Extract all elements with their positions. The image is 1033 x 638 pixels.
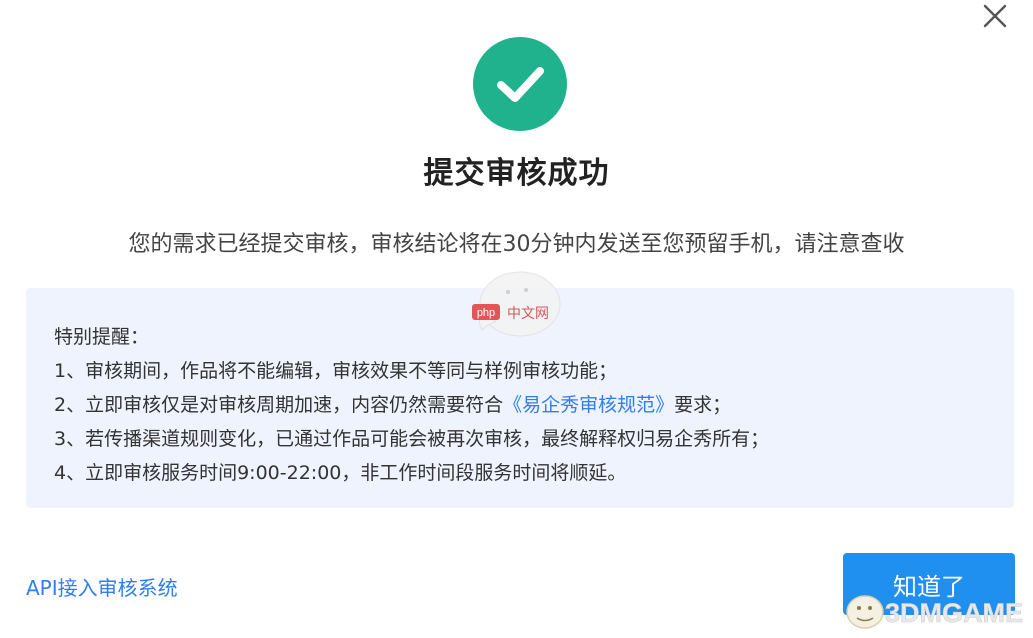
3dmgame-watermark-logo: 3DMGAME <box>846 595 1023 629</box>
notice-item-2-suffix: 要求； <box>674 394 732 416</box>
notice-item-2-prefix: 2、立即审核仅是对审核周期加速，内容仍然需要符合 <box>54 394 504 416</box>
3dmgame-watermark: 3DMGAME <box>843 582 1033 634</box>
dialog-subtitle: 您的需求已经提交审核，审核结论将在30分钟内发送至您预留手机，请注意查收 <box>128 232 905 257</box>
php-watermark-logo: php 中文网 <box>472 271 561 337</box>
svg-text:3DMGAME: 3DMGAME <box>885 598 1023 628</box>
notice-item-4: 4、立即审核服务时间9:00-22:00，非工作时间段服务时间将顺延。 <box>54 462 627 484</box>
close-button[interactable] <box>979 0 1011 32</box>
api-integration-link[interactable]: API接入审核系统 <box>26 572 178 601</box>
close-icon <box>983 4 1007 28</box>
success-dialog: 提交审核成功 您的需求已经提交审核，审核结论将在30分钟内发送至您预留手机，请注… <box>0 0 1033 634</box>
review-guidelines-link[interactable]: 《易企秀审核规范》 <box>503 394 674 416</box>
svg-text:php: php <box>477 307 495 319</box>
dialog-title: 提交审核成功 <box>423 156 610 191</box>
notice-item-3: 3、若传播渠道规则变化，已通过作品可能会被再次审核，最终解释权归易企秀所有； <box>54 428 770 450</box>
check-circle-icon <box>473 37 567 131</box>
notice-item-1: 1、审核期间，作品将不能编辑，审核效果不等同与样例审核功能； <box>54 360 618 382</box>
php-watermark: php 中文网 <box>464 266 564 346</box>
svg-text:中文网: 中文网 <box>507 306 549 322</box>
notice-item-2: 2、立即审核仅是对审核周期加速，内容仍然需要符合《易企秀审核规范》要求； <box>54 388 1014 422</box>
